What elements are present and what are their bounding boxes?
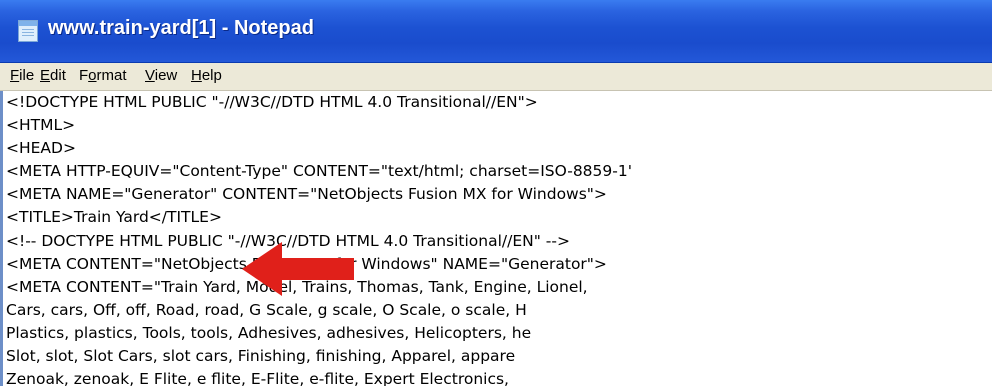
menu-file-rest: ile — [19, 67, 35, 84]
code-line: <META CONTENT="NetObjects Fusion MX for … — [6, 254, 607, 273]
code-line: Plastics, plastics, Tools, tools, Adhesi… — [6, 323, 532, 342]
menu-format-pre: F — [79, 67, 89, 84]
text-editor-area[interactable]: <!DOCTYPE HTML PUBLIC "-//W3C//DTD HTML … — [0, 91, 992, 386]
menu-help[interactable]: Help — [191, 67, 222, 84]
arrow-shape — [242, 242, 354, 296]
code-line: Slot, slot, Slot Cars, slot cars, Finish… — [6, 347, 516, 366]
menu-help-accel: H — [191, 67, 202, 84]
notepad-icon[interactable] — [18, 20, 38, 42]
title-bar[interactable]: www.train-yard[1] - Notepad — [0, 0, 992, 63]
menu-format-rest: rmat — [96, 67, 127, 84]
text-content: <!DOCTYPE HTML PUBLIC "-//W3C//DTD HTML … — [6, 91, 992, 386]
menu-view-rest: iew — [154, 67, 178, 84]
code-line: <HTML> — [6, 116, 76, 135]
menu-edit-rest: dit — [50, 67, 66, 84]
notepad-window: www.train-yard[1] - Notepad File Edit Fo… — [0, 0, 992, 386]
code-line: Cars, cars, Off, off, Road, road, G Scal… — [6, 300, 527, 319]
menu-help-rest: elp — [201, 67, 222, 84]
menu-view-accel: V — [145, 67, 155, 84]
code-line: <HEAD> — [6, 139, 76, 158]
code-line: <META HTTP-EQUIV="Content-Type" CONTENT=… — [6, 162, 632, 181]
menu-format-accel: o — [88, 67, 97, 84]
menu-file[interactable]: File — [10, 67, 34, 84]
code-line: Zenoak, zenoak, E Flite, e flite, E-Flit… — [6, 370, 509, 386]
menu-edit[interactable]: Edit — [40, 67, 66, 84]
code-line: <!DOCTYPE HTML PUBLIC "-//W3C//DTD HTML … — [6, 93, 538, 111]
code-line: <!-- DOCTYPE HTML PUBLIC "-//W3C//DTD HT… — [6, 231, 570, 250]
code-line: <TITLE>Train Yard</TITLE> — [6, 208, 222, 227]
menu-edit-accel: E — [40, 67, 51, 84]
window-title: www.train-yard[1] - Notepad — [48, 17, 314, 39]
menu-view[interactable]: View — [145, 67, 177, 84]
menu-format[interactable]: Format — [79, 67, 127, 84]
menu-file-accel: F — [10, 67, 20, 84]
menu-bar: File Edit Format View Help — [0, 63, 992, 91]
red-arrow-annotation — [242, 242, 354, 296]
code-line: <META CONTENT="Train Yard, Model, Trains… — [6, 277, 588, 296]
code-line: <META NAME="Generator" CONTENT="NetObjec… — [6, 185, 607, 204]
